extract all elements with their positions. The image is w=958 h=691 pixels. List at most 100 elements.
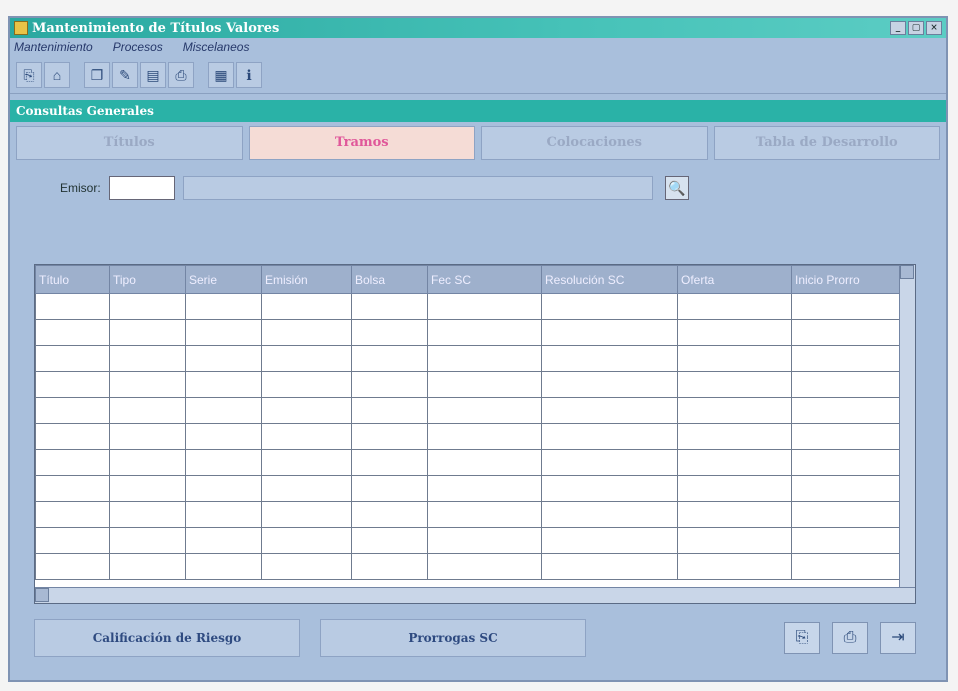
tab-tabla-desarrollo[interactable]: Tabla de Desarrollo bbox=[713, 126, 940, 160]
table-cell[interactable] bbox=[261, 475, 352, 502]
table-cell[interactable] bbox=[35, 371, 110, 398]
table-cell[interactable] bbox=[35, 475, 110, 502]
table-cell[interactable] bbox=[351, 319, 428, 346]
table-cell[interactable] bbox=[109, 397, 186, 424]
info-icon[interactable]: ℹ bbox=[236, 61, 262, 88]
scroll-up-icon[interactable] bbox=[900, 265, 914, 279]
minimize-button[interactable]: _ bbox=[890, 21, 906, 35]
title-bar[interactable]: Mantenimiento de Títulos Valores _ ▢ × bbox=[10, 18, 946, 38]
table-cell[interactable] bbox=[427, 475, 542, 502]
table-row[interactable] bbox=[35, 397, 900, 424]
view-icon[interactable]: ⎘ bbox=[784, 622, 820, 654]
calificacion-riesgo-button[interactable]: Calificación de Riesgo bbox=[34, 619, 300, 657]
table-cell[interactable] bbox=[261, 319, 352, 346]
table-cell[interactable] bbox=[541, 423, 678, 450]
search-icon[interactable]: 🔍 bbox=[664, 176, 689, 200]
table-cell[interactable] bbox=[261, 397, 352, 424]
table-row[interactable] bbox=[35, 475, 900, 502]
table-cell[interactable] bbox=[109, 501, 186, 528]
table-cell[interactable] bbox=[541, 553, 678, 580]
table-cell[interactable] bbox=[541, 293, 678, 320]
table-row[interactable] bbox=[35, 319, 900, 346]
table-cell[interactable] bbox=[185, 527, 262, 554]
table-cell[interactable] bbox=[541, 501, 678, 528]
table-cell[interactable] bbox=[677, 345, 792, 372]
table-cell[interactable] bbox=[185, 449, 262, 476]
table-cell[interactable] bbox=[427, 501, 542, 528]
table-cell[interactable] bbox=[351, 371, 428, 398]
tab-colocaciones[interactable]: Colocaciones bbox=[481, 126, 708, 160]
table-cell[interactable] bbox=[261, 449, 352, 476]
table-cell[interactable] bbox=[427, 293, 542, 320]
table-cell[interactable] bbox=[677, 423, 792, 450]
menu-procesos[interactable]: Procesos bbox=[113, 40, 163, 54]
table-cell[interactable] bbox=[791, 501, 900, 528]
table-cell[interactable] bbox=[185, 501, 262, 528]
column-header[interactable]: Tipo bbox=[109, 265, 186, 294]
tab-titulos[interactable]: Títulos bbox=[16, 126, 243, 160]
table-row[interactable] bbox=[35, 345, 900, 372]
maximize-button[interactable]: ▢ bbox=[908, 21, 924, 35]
scroll-left-icon[interactable] bbox=[35, 588, 49, 602]
table-cell[interactable] bbox=[35, 449, 110, 476]
table-cell[interactable] bbox=[261, 527, 352, 554]
table-cell[interactable] bbox=[427, 527, 542, 554]
table-row[interactable] bbox=[35, 423, 900, 450]
table-cell[interactable] bbox=[351, 449, 428, 476]
table-cell[interactable] bbox=[35, 319, 110, 346]
table-cell[interactable] bbox=[791, 423, 900, 450]
exit-icon[interactable]: ⇥ bbox=[880, 622, 916, 654]
table-cell[interactable] bbox=[185, 553, 262, 580]
open-icon[interactable]: ⌂ bbox=[44, 61, 70, 88]
tab-tramos[interactable]: Tramos bbox=[248, 126, 475, 160]
column-header[interactable]: Emisión bbox=[261, 265, 352, 294]
table-cell[interactable] bbox=[185, 293, 262, 320]
table-cell[interactable] bbox=[35, 293, 110, 320]
table-cell[interactable] bbox=[427, 397, 542, 424]
table-cell[interactable] bbox=[677, 449, 792, 476]
table-cell[interactable] bbox=[185, 345, 262, 372]
table-cell[interactable] bbox=[351, 553, 428, 580]
table-cell[interactable] bbox=[35, 501, 110, 528]
menu-mantenimiento[interactable]: Mantenimiento bbox=[14, 40, 93, 54]
table-cell[interactable] bbox=[185, 397, 262, 424]
table-cell[interactable] bbox=[261, 553, 352, 580]
table-cell[interactable] bbox=[351, 293, 428, 320]
horizontal-scrollbar[interactable] bbox=[35, 587, 915, 603]
table-cell[interactable] bbox=[677, 527, 792, 554]
close-button[interactable]: × bbox=[926, 21, 942, 35]
table-cell[interactable] bbox=[185, 319, 262, 346]
printer-icon[interactable]: ⎙ bbox=[832, 622, 868, 654]
table-cell[interactable] bbox=[791, 345, 900, 372]
table-cell[interactable] bbox=[427, 345, 542, 372]
table-cell[interactable] bbox=[109, 345, 186, 372]
table-cell[interactable] bbox=[109, 553, 186, 580]
table-row[interactable] bbox=[35, 371, 900, 398]
table-cell[interactable] bbox=[261, 293, 352, 320]
table-cell[interactable] bbox=[427, 423, 542, 450]
table-cell[interactable] bbox=[791, 319, 900, 346]
table-cell[interactable] bbox=[185, 475, 262, 502]
table-cell[interactable] bbox=[427, 449, 542, 476]
copy-icon[interactable]: ❐ bbox=[84, 61, 110, 88]
table-cell[interactable] bbox=[677, 397, 792, 424]
table-cell[interactable] bbox=[677, 319, 792, 346]
table-cell[interactable] bbox=[109, 449, 186, 476]
table-cell[interactable] bbox=[677, 501, 792, 528]
chart-icon[interactable]: ▦ bbox=[208, 61, 234, 88]
column-header[interactable]: Fec SC bbox=[427, 265, 542, 294]
table-cell[interactable] bbox=[677, 371, 792, 398]
save-icon[interactable]: ▤ bbox=[140, 61, 166, 88]
table-cell[interactable] bbox=[261, 345, 352, 372]
table-cell[interactable] bbox=[261, 423, 352, 450]
table-cell[interactable] bbox=[35, 345, 110, 372]
table-cell[interactable] bbox=[791, 293, 900, 320]
table-cell[interactable] bbox=[261, 501, 352, 528]
column-header[interactable]: Oferta bbox=[677, 265, 792, 294]
table-cell[interactable] bbox=[351, 423, 428, 450]
table-cell[interactable] bbox=[109, 293, 186, 320]
table-cell[interactable] bbox=[791, 527, 900, 554]
table-cell[interactable] bbox=[109, 319, 186, 346]
table-cell[interactable] bbox=[351, 501, 428, 528]
table-row[interactable] bbox=[35, 449, 900, 476]
